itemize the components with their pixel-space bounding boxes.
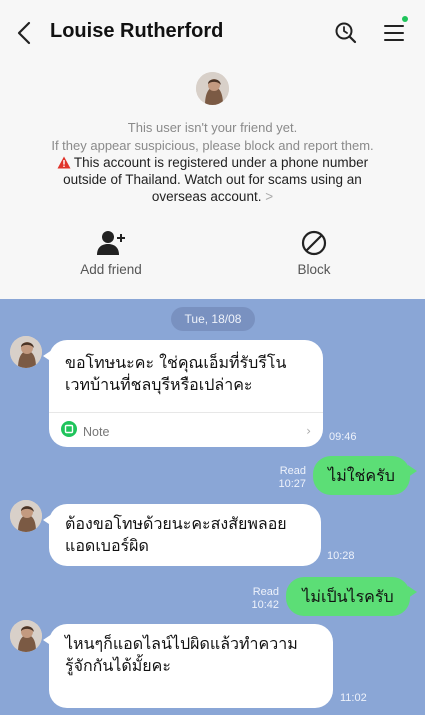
menu-icon[interactable] bbox=[383, 22, 405, 44]
add-friend-label: Add friend bbox=[80, 262, 142, 277]
chat-title: Louise Rutherford bbox=[50, 20, 224, 42]
overseas-warning-text: This account is registered under a phone… bbox=[63, 155, 369, 204]
message-time: 09:46 bbox=[329, 431, 357, 443]
notification-dot bbox=[402, 16, 408, 22]
not-friend-notice: This user isn't your friend yet. bbox=[127, 120, 298, 135]
message-text: ต้องขอโทษด้วยนะคะสงสัยพลอยแอดเบอร์ผิด bbox=[65, 514, 287, 555]
add-friend-icon bbox=[97, 231, 125, 255]
chevron-right-icon: › bbox=[306, 424, 311, 438]
outgoing-message[interactable]: ไม่ใช่ครับ bbox=[313, 456, 417, 495]
read-label: Read bbox=[252, 586, 279, 598]
block-icon bbox=[301, 230, 327, 256]
avatar[interactable] bbox=[10, 336, 42, 368]
overseas-account-warning[interactable]: This account is registered under a phone… bbox=[40, 154, 385, 205]
read-label: Read bbox=[279, 465, 306, 477]
message-time: 10:28 bbox=[327, 550, 355, 562]
chevron-right-icon: > bbox=[265, 189, 274, 204]
outgoing-message[interactable]: ไม่เป็นไรครับ bbox=[286, 577, 417, 616]
divider bbox=[49, 412, 323, 413]
note-link[interactable]: Note › bbox=[61, 420, 311, 440]
add-friend-button[interactable]: Add friend bbox=[46, 230, 176, 277]
warning-icon bbox=[57, 156, 71, 169]
message-text: ขอโทษนะคะ ใช่คุณเอ็มที่รับรีโนเวทบ้านที่… bbox=[65, 353, 287, 394]
message-text: ไหนๆก็แอดไลน์ไปผิดแล้วทำความรู้จักกันได้… bbox=[65, 634, 298, 675]
avatar[interactable] bbox=[10, 620, 42, 652]
incoming-message[interactable]: ขอโทษนะคะ ใช่คุณเอ็มที่รับรีโนเวทบ้านที่… bbox=[43, 340, 323, 447]
block-label: Block bbox=[297, 262, 331, 277]
read-receipt: Read 10:27 bbox=[270, 465, 306, 491]
read-receipt: Read 10:42 bbox=[243, 586, 279, 612]
chat-area[interactable]: Tue, 18/08 ขอโทษนะคะ ใช่คุณเอ็มที่รับรีโ… bbox=[0, 299, 425, 715]
search-icon[interactable] bbox=[334, 21, 358, 45]
stranger-warning-panel: This user isn't your friend yet. If they… bbox=[0, 62, 425, 299]
note-icon bbox=[61, 421, 77, 437]
note-label: Note bbox=[83, 425, 110, 439]
message-time: 10:27 bbox=[278, 478, 306, 490]
message-time: 11:02 bbox=[340, 692, 367, 704]
message-time: 10:42 bbox=[251, 599, 279, 611]
back-chevron-icon[interactable] bbox=[14, 20, 36, 46]
incoming-message[interactable]: ต้องขอโทษด้วยนะคะสงสัยพลอยแอดเบอร์ผิด bbox=[43, 504, 321, 566]
report-notice: If they appear suspicious, please block … bbox=[51, 138, 374, 153]
block-button[interactable]: Block bbox=[249, 230, 379, 277]
incoming-message[interactable]: ไหนๆก็แอดไลน์ไปผิดแล้วทำความรู้จักกันได้… bbox=[43, 624, 333, 708]
avatar[interactable] bbox=[10, 500, 42, 532]
date-separator: Tue, 18/08 bbox=[171, 307, 255, 331]
avatar bbox=[196, 72, 229, 105]
chat-header: Louise Rutherford bbox=[0, 0, 425, 62]
